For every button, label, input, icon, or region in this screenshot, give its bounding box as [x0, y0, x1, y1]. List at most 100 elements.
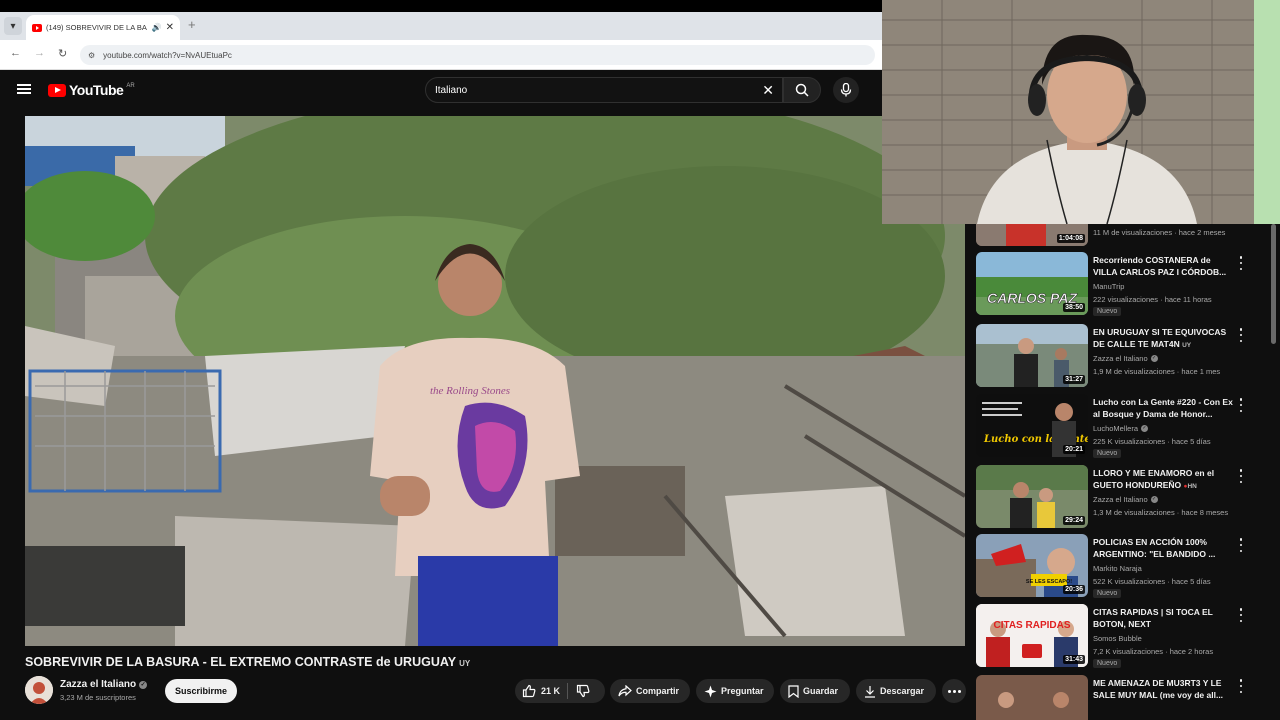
- back-arrow-icon[interactable]: ←: [10, 47, 21, 59]
- youtube-wordmark: YouTube: [69, 82, 124, 98]
- share-button[interactable]: Compartir: [610, 679, 690, 703]
- list-item[interactable]: CARLOS PAZ 38:50 Recorriendo COSTANERA d…: [976, 252, 1266, 318]
- new-tab-button[interactable]: +: [188, 17, 196, 32]
- youtube-play-logo-icon: [48, 83, 66, 97]
- channel-name[interactable]: Zazza el Italiano ✓: [1093, 354, 1158, 363]
- download-icon: [865, 685, 875, 698]
- more-options-icon[interactable]: [1238, 398, 1244, 412]
- video-title-text: EN URUGUAY SI TE EQUIVOCAS DE CALLE TE M…: [1093, 327, 1227, 349]
- reload-icon[interactable]: ↻: [58, 47, 67, 60]
- search-button[interactable]: [783, 77, 821, 103]
- hamburger-menu-icon[interactable]: [17, 84, 31, 94]
- kebab-dot: [1239, 613, 1243, 617]
- video-title[interactable]: POLICIAS EN ACCIÓN 100% ARGENTINO: "EL B…: [1093, 536, 1233, 560]
- country-flag-code: HN: [1187, 483, 1197, 490]
- kebab-dot: [1239, 679, 1243, 682]
- video-thumbnail[interactable]: [976, 675, 1088, 720]
- video-thumbnail[interactable]: Lucho con la gente 20:21: [976, 394, 1088, 457]
- ask-button[interactable]: Preguntar: [696, 679, 774, 703]
- forward-arrow-icon[interactable]: →: [34, 47, 45, 59]
- channel-name[interactable]: Zazza el Italiano ✓: [60, 679, 148, 690]
- country-flag-uy: UY: [459, 659, 471, 668]
- like-count[interactable]: 21 K: [541, 686, 560, 696]
- video-title[interactable]: CITAS RAPIDAS | SI TOCA EL BOTON, NEXT: [1093, 606, 1233, 630]
- video-title-text: SOBREVIVIR DE LA BASURA - EL EXTREMO CON…: [25, 655, 457, 669]
- video-meta: 1,3 M de visualizaciones · hace 8 meses: [1093, 508, 1229, 517]
- video-thumbnail[interactable]: 29:24: [976, 465, 1088, 528]
- youtube-logo[interactable]: YouTube AR: [48, 82, 135, 98]
- more-options-icon[interactable]: [1238, 538, 1244, 552]
- channel-name-text: LuchoMellera: [1093, 424, 1139, 433]
- close-tab-icon[interactable]: ✕: [166, 22, 174, 33]
- more-actions-button[interactable]: [942, 679, 966, 703]
- browser-toolbar: ← → ↻ ⚙ youtube.com/watch?v=NvAUEtuaPc: [0, 40, 882, 70]
- search-input[interactable]: Italiano ✕: [425, 77, 783, 103]
- video-frame-scene: the Rolling Stones: [25, 116, 965, 646]
- browser-tab-active[interactable]: (149) SOBREVIVIR DE LA BA 🔊 ✕: [26, 15, 180, 40]
- kebab-dot: [1239, 261, 1243, 265]
- more-dot: [952, 689, 956, 693]
- subscriber-count: 3,23 M de suscriptores: [60, 693, 136, 702]
- subscribe-button[interactable]: Suscribirme: [165, 679, 237, 703]
- save-button[interactable]: Guardar: [780, 679, 850, 703]
- new-badge: Nuevo: [1093, 449, 1122, 458]
- bookmark-icon: [788, 684, 799, 698]
- list-item[interactable]: 31:27 EN URUGUAY SI TE EQUIVOCAS DE CALL…: [976, 324, 1266, 390]
- partial-video-thumbnail[interactable]: 1:04:08: [976, 224, 1088, 246]
- video-meta: 1,9 M de visualizaciones · hace 1 mes: [1093, 367, 1221, 376]
- video-title[interactable]: ME AMENAZA DE MU3RT3 Y LE SALE MUY MAL (…: [1093, 677, 1233, 701]
- video-title[interactable]: LLORO Y ME ENAMORO en el GUETO HONDUREÑO…: [1093, 467, 1233, 491]
- kebab-dot: [1239, 339, 1243, 342]
- more-dot: [957, 689, 961, 693]
- tab-search-button[interactable]: ▾: [4, 17, 22, 35]
- screen: ▾ (149) SOBREVIVIR DE LA BA 🔊 ✕ + ← → ↻ …: [0, 0, 1280, 720]
- video-player[interactable]: the Rolling Stones: [25, 116, 965, 646]
- video-thumbnail[interactable]: CARLOS PAZ 38:50: [976, 252, 1088, 315]
- thumbs-down-icon[interactable]: [576, 684, 590, 698]
- audio-playing-icon[interactable]: 🔊: [152, 23, 162, 32]
- list-item[interactable]: ME AMENAZA DE MU3RT3 Y LE SALE MUY MAL (…: [976, 675, 1266, 720]
- address-bar[interactable]: ⚙ youtube.com/watch?v=NvAUEtuaPc: [80, 45, 875, 65]
- site-info-icon[interactable]: ⚙: [88, 51, 95, 60]
- more-options-icon[interactable]: [1238, 608, 1244, 622]
- channel-name[interactable]: LuchoMellera ✓: [1093, 424, 1149, 433]
- clear-search-icon[interactable]: ✕: [762, 82, 774, 99]
- list-item[interactable]: 29:24 LLORO Y ME ENAMORO en el GUETO HON…: [976, 465, 1266, 531]
- share-label: Compartir: [636, 686, 680, 696]
- channel-name[interactable]: ManuTrip: [1093, 282, 1124, 291]
- voice-search-button[interactable]: [833, 77, 859, 103]
- more-options-icon[interactable]: [1238, 469, 1244, 483]
- kebab-dot: [1239, 403, 1243, 407]
- kebab-dot: [1239, 333, 1243, 337]
- video-title[interactable]: Lucho con La Gente #220 - Con Ex al Bosq…: [1093, 396, 1233, 420]
- share-arrow-icon: [618, 685, 632, 697]
- kebab-dot: [1239, 619, 1243, 622]
- list-item[interactable]: CITAS RAPIDAS 31:43 CITAS RAPIDAS | SI T…: [976, 604, 1266, 670]
- more-options-icon[interactable]: [1238, 328, 1244, 342]
- download-button[interactable]: Descargar: [856, 679, 936, 703]
- kebab-dot: [1239, 474, 1243, 478]
- channel-avatar[interactable]: [25, 676, 53, 704]
- video-thumbnail[interactable]: SE LES ESCAPO! 20:36: [976, 534, 1088, 597]
- thumbs-up-icon[interactable]: [522, 684, 536, 698]
- country-flag-uy: UY: [1182, 342, 1192, 349]
- channel-name[interactable]: Somos Bubble: [1093, 634, 1142, 643]
- tab-title: (149) SOBREVIVIR DE LA BA: [46, 23, 147, 32]
- video-duration: 29:24: [1063, 516, 1085, 525]
- video-thumbnail[interactable]: 31:27: [976, 324, 1088, 387]
- more-options-icon[interactable]: [1238, 256, 1244, 270]
- sidebar-scrollbar[interactable]: [1271, 224, 1276, 344]
- channel-name[interactable]: Markito Naraja: [1093, 564, 1142, 573]
- video-thumbnail[interactable]: CITAS RAPIDAS 31:43: [976, 604, 1088, 667]
- video-title[interactable]: Recorriendo COSTANERA de VILLA CARLOS PA…: [1093, 254, 1233, 278]
- video-duration: 38:50: [1063, 303, 1085, 312]
- channel-name[interactable]: Zazza el Italiano ✓: [1093, 495, 1158, 504]
- list-item[interactable]: SE LES ESCAPO! 20:36 POLICIAS EN ACCIÓN …: [976, 534, 1266, 600]
- more-options-icon[interactable]: [1238, 679, 1244, 693]
- video-meta: 11 M de visualizaciones · hace 2 meses: [1093, 228, 1226, 237]
- new-badge: Nuevo: [1093, 307, 1122, 316]
- video-title[interactable]: EN URUGUAY SI TE EQUIVOCAS DE CALLE TE M…: [1093, 326, 1233, 350]
- region-code: AR: [126, 83, 135, 89]
- list-item[interactable]: Lucho con la gente 20:21 Lucho con La Ge…: [976, 394, 1266, 460]
- new-badge: Nuevo: [1093, 589, 1122, 598]
